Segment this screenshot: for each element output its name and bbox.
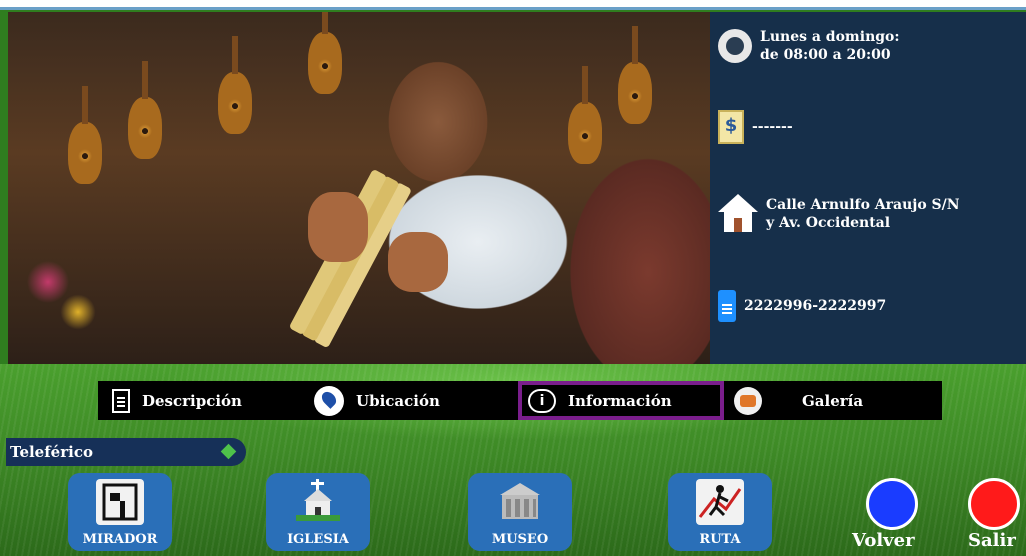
- iglesia-button[interactable]: IGLESIA: [266, 473, 370, 551]
- main-photo: [8, 12, 710, 364]
- tab-label: Información: [568, 391, 672, 410]
- top-border: [0, 0, 1026, 10]
- location-pin-icon: [314, 385, 344, 416]
- nav-label: MIRADOR: [82, 532, 158, 547]
- mirador-button[interactable]: MIRADOR: [68, 473, 172, 551]
- tab-ubicacion[interactable]: Ubicación: [314, 381, 504, 420]
- museum-icon: [496, 479, 544, 525]
- tab-label: Ubicación: [356, 391, 440, 410]
- nav-label: IGLESIA: [287, 532, 349, 547]
- clock-icon: [718, 29, 752, 63]
- church-icon: [294, 479, 342, 525]
- tab-descripcion[interactable]: Descripción: [112, 381, 302, 420]
- guitar-decor: [618, 26, 652, 124]
- price-text: -------: [752, 119, 793, 135]
- guitar-decor: [568, 66, 602, 164]
- info-panel: Lunes a domingo: de 08:00 a 20:00 $ ----…: [710, 12, 1026, 364]
- address-text: Calle Arnulfo Araujo S/N y Av. Occidenta…: [766, 197, 960, 231]
- tab-label: Galería: [802, 391, 864, 410]
- guitar-decor: [68, 86, 102, 184]
- camera-icon: [734, 386, 762, 415]
- exit-label: Salir: [968, 530, 1016, 551]
- tab-label: Descripción: [142, 391, 242, 410]
- back-button[interactable]: [866, 478, 918, 530]
- phone-text: 2222996-2222997: [744, 298, 887, 314]
- guitar-decor: [218, 36, 252, 134]
- hours-text: Lunes a domingo: de 08:00 a 20:00: [760, 29, 900, 63]
- document-icon: [112, 388, 130, 413]
- museo-button[interactable]: MUSEO: [468, 473, 572, 551]
- hand: [308, 192, 368, 262]
- house-icon: [718, 194, 758, 234]
- guitar-decor: [308, 12, 342, 94]
- nav-label: RUTA: [699, 532, 741, 547]
- back-label: Volver: [852, 530, 915, 551]
- mirador-icon: [96, 479, 144, 525]
- price-row: $ -------: [718, 110, 1022, 144]
- hours-row: Lunes a domingo: de 08:00 a 20:00: [718, 28, 1026, 64]
- tab-galeria[interactable]: Galería: [734, 381, 924, 420]
- nav-label: MUSEO: [491, 532, 549, 547]
- phone-icon: [718, 290, 736, 322]
- location-pill: Teleférico: [6, 438, 246, 466]
- info-icon: i: [528, 388, 556, 413]
- address-row: Calle Arnulfo Araujo S/N y Av. Occidenta…: [718, 194, 1026, 234]
- tab-informacion[interactable]: i Información: [518, 381, 724, 420]
- hand: [388, 232, 448, 292]
- exit-button[interactable]: [968, 478, 1020, 530]
- guitar-decor: [128, 61, 162, 159]
- tab-bar: Descripción Ubicación i Información Gale…: [98, 381, 942, 420]
- diamond-icon: [220, 443, 237, 460]
- money-icon: $: [718, 110, 744, 144]
- phone-row: 2222996-2222997: [718, 290, 1014, 322]
- location-label: Teleférico: [10, 443, 93, 461]
- route-map-icon: [696, 479, 744, 525]
- ruta-button[interactable]: RUTA: [668, 473, 772, 551]
